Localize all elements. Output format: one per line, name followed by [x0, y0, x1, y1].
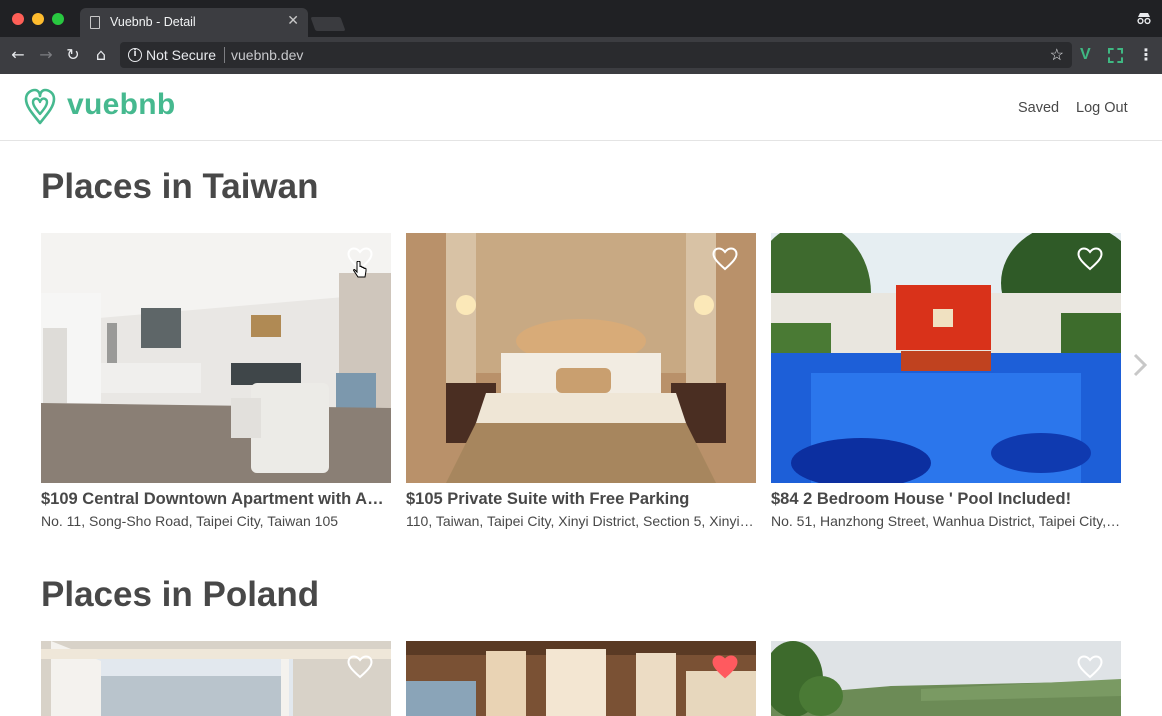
listing-address: No. 11, Song-Sho Road, Taipei City, Taiw… [41, 513, 339, 529]
vue-devtools-icon[interactable]: V [1080, 46, 1091, 64]
listing-photo[interactable] [406, 233, 756, 483]
home-icon[interactable]: ⌂ [91, 45, 111, 65]
listing-photo[interactable] [771, 641, 1121, 716]
page-content: vuebnb Saved Log Out Places in Taiwan $1… [0, 74, 1162, 716]
listing-photo[interactable] [771, 233, 1121, 483]
site-header: vuebnb Saved Log Out [0, 74, 1162, 141]
listing-title[interactable]: $105 Private Suite with Free Parking [406, 490, 756, 509]
omnibox-divider [224, 47, 225, 63]
security-label[interactable]: Not Secure [146, 47, 216, 63]
extension-icon[interactable] [1108, 48, 1123, 63]
listing-address: 110, Taiwan, Taipei City, Xinyi District… [406, 513, 756, 529]
listing-address: No. 51, Hanzhong Street, Wanhua District… [771, 513, 1121, 529]
listing-photo[interactable] [406, 641, 756, 716]
heart-icon[interactable] [1077, 655, 1103, 679]
listing-photo[interactable] [41, 641, 391, 716]
browser-menu-icon[interactable]: ⋮ [1138, 45, 1154, 64]
heart-icon[interactable] [347, 655, 373, 679]
section-title-taiwan: Places in Taiwan [41, 167, 319, 206]
incognito-icon[interactable] [1136, 10, 1152, 26]
reload-icon[interactable]: ↻ [63, 45, 83, 65]
section-title-poland: Places in Poland [41, 575, 320, 614]
window-maximize-button[interactable] [52, 13, 64, 25]
window-minimize-button[interactable] [32, 13, 44, 25]
new-tab-button[interactable] [310, 17, 346, 31]
listing-card[interactable]: $84 2 Bedroom House ' Pool Included! No.… [771, 233, 1121, 533]
listing-card[interactable]: $109 Central Downtown Apartment with Ame… [41, 233, 391, 533]
listing-title[interactable]: $109 Central Downtown Apartment with Ame… [41, 490, 391, 509]
tab-close-icon[interactable]: ✕ [287, 13, 299, 29]
listing-card[interactable]: $105 Private Suite with Free Parking 110… [406, 233, 756, 533]
browser-tab[interactable]: Vuebnb - Detail ✕ [80, 8, 308, 37]
listing-photo[interactable] [41, 233, 391, 483]
forward-icon[interactable]: → [36, 45, 56, 65]
listing-card[interactable] [406, 641, 756, 716]
heart-icon-filled[interactable] [712, 655, 738, 679]
document-icon [90, 16, 100, 29]
listing-card[interactable] [41, 641, 391, 716]
chevron-right-icon[interactable] [1132, 352, 1150, 378]
back-icon[interactable]: ← [8, 45, 28, 65]
vuebnb-logo-icon[interactable] [23, 88, 57, 126]
heart-icon[interactable] [1077, 247, 1103, 271]
nav-saved-link[interactable]: Saved [1018, 100, 1059, 116]
listing-title[interactable]: $84 2 Bedroom House ' Pool Included! [771, 490, 1121, 509]
bookmark-star-icon[interactable]: ☆ [1050, 45, 1064, 65]
heart-icon[interactable] [712, 247, 738, 271]
browser-titlebar: Vuebnb - Detail ✕ [0, 0, 1162, 37]
info-icon[interactable]: i [128, 48, 142, 62]
pointer-cursor-icon [353, 261, 367, 278]
address-bar[interactable]: i Not Secure vuebnb.dev ☆ [120, 42, 1072, 68]
browser-toolbar: ← → ↻ ⌂ i Not Secure vuebnb.dev ☆ V ⋮ [0, 37, 1162, 74]
url-text[interactable]: vuebnb.dev [231, 47, 303, 63]
tab-title: Vuebnb - Detail [110, 15, 196, 29]
nav-logout-link[interactable]: Log Out [1076, 100, 1128, 116]
window-close-button[interactable] [12, 13, 24, 25]
listing-card[interactable] [771, 641, 1121, 716]
logo-text[interactable]: vuebnb [67, 88, 175, 122]
